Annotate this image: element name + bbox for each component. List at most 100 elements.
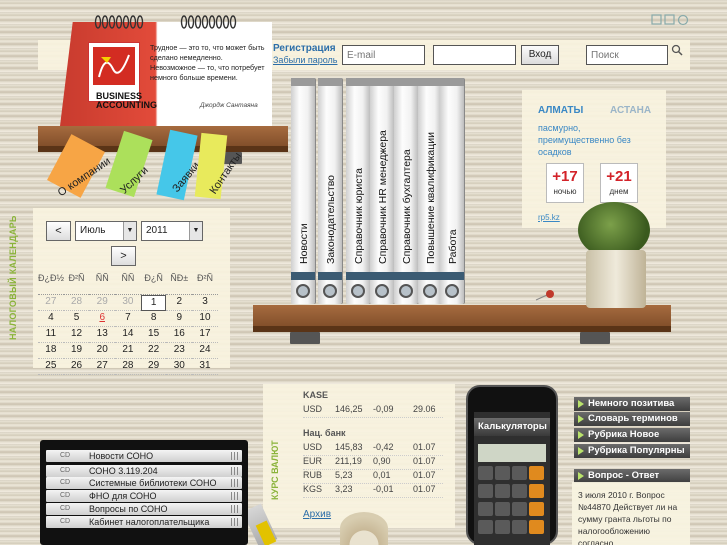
search-input[interactable] — [586, 45, 668, 65]
tax-calendar-title: НАЛОГОВЫЙ КАЛЕНДАРЬ — [8, 215, 18, 340]
calendar-week: 11 12 13 14 15 16 17 — [38, 327, 218, 343]
calendar-day[interactable]: 30 — [115, 295, 141, 311]
email-field[interactable] — [342, 45, 425, 65]
calendar-day[interactable]: 10 — [192, 311, 218, 327]
calendar-day[interactable]: 9 — [166, 311, 193, 327]
binder-label: Повышение квалификации — [425, 132, 437, 264]
day-temp-label: днем — [609, 187, 629, 196]
cd-item-label: Кабинет налогоплательщика — [89, 517, 210, 527]
binder-legislation[interactable]: Законодательство — [318, 78, 342, 304]
caret-down-icon: ▼ — [123, 222, 136, 240]
binder-jobs[interactable]: Работа — [440, 78, 464, 304]
currency-rate: 211,19 — [335, 456, 362, 466]
cd-item[interactable]: CD СОНО 3.119.204 — [46, 465, 242, 477]
calendar-day[interactable]: 29 — [140, 359, 167, 375]
rubric-positive[interactable]: Немного позитива — [574, 397, 690, 411]
calendar-day[interactable]: 17 — [192, 327, 218, 343]
calendar-day[interactable]: 24 — [192, 343, 218, 359]
nav-sticker-contacts[interactable]: Контакты — [194, 132, 244, 200]
binder-news[interactable]: Новости — [291, 78, 315, 304]
binder-hr[interactable]: Справочник HR менеджера — [370, 78, 394, 304]
binder-ring-icon — [445, 284, 459, 298]
calendar-day[interactable]: 8 — [140, 311, 167, 327]
cd-item[interactable]: CD Кабинет налогоплательщика — [46, 516, 242, 528]
calendar-day-today[interactable]: 1 — [140, 295, 167, 311]
calculator-link[interactable]: Калькуляторы — [478, 421, 547, 432]
binder-lawyer[interactable]: Справочник юриста — [346, 78, 370, 304]
grip-icon — [231, 492, 239, 500]
currency-code: KGS — [303, 484, 323, 494]
rubric-qa[interactable]: Вопрос - Ответ — [574, 469, 690, 483]
day-temp-value: +21 — [606, 168, 632, 185]
binder-stripe — [318, 272, 342, 280]
calendar-day[interactable]: 21 — [115, 343, 141, 359]
currency-archive-link[interactable]: Архив — [303, 509, 331, 520]
password-field[interactable] — [433, 45, 516, 65]
calendar-day[interactable]: 31 — [192, 359, 218, 375]
calendar-day[interactable]: 25 — [38, 359, 64, 375]
night-temp-box: +17 ночью — [546, 163, 584, 203]
month-select[interactable]: Июль ▼ — [75, 221, 137, 241]
calendar-day[interactable]: 11 — [38, 327, 64, 343]
calendar-prev-button[interactable]: < — [46, 221, 71, 241]
cd-item[interactable]: CD Новости СОНО — [46, 450, 242, 462]
calendar-next-button[interactable]: > — [111, 246, 136, 266]
cd-item[interactable]: CD ФНО для СОНО — [46, 490, 242, 502]
grip-icon — [231, 518, 239, 526]
weekday-label: Ð¿Ñ — [140, 273, 167, 295]
registration-link[interactable]: Регистрация — [273, 43, 336, 54]
rubric-new[interactable]: Рубрика Новое — [574, 428, 690, 442]
calendar-day[interactable]: 12 — [63, 327, 90, 343]
calendar-day[interactable]: 3 — [192, 295, 218, 311]
calendar-day[interactable]: 26 — [63, 359, 90, 375]
calendar-day[interactable]: 2 — [166, 295, 193, 311]
calendar-day[interactable]: 19 — [63, 343, 90, 359]
calendar-day[interactable]: 4 — [38, 311, 64, 327]
cd-tag: CD — [60, 518, 71, 525]
binder-cap — [418, 78, 442, 86]
calendar-day[interactable]: 22 — [140, 343, 167, 359]
weekday-label: Ð²Ñ — [192, 273, 218, 295]
search-icon[interactable] — [671, 44, 683, 56]
calendar-day[interactable]: 28 — [115, 359, 141, 375]
currency-change: -0,01 — [373, 484, 394, 494]
year-select[interactable]: 2011 ▼ — [141, 221, 203, 241]
calendar-day[interactable]: 18 — [38, 343, 64, 359]
cd-item[interactable]: CD Системные библиотеки СОНО — [46, 477, 242, 489]
currency-date: 01.07 — [413, 470, 436, 480]
rubric-popular[interactable]: Рубрика Популярны — [574, 444, 690, 458]
calendar-day[interactable]: 28 — [63, 295, 90, 311]
calendar-day-holiday[interactable]: 6 — [89, 311, 116, 327]
binder-accountant[interactable]: Справочник бухгалтера — [394, 78, 418, 304]
calendar-day[interactable]: 13 — [89, 327, 116, 343]
weekday-label: ÑÑ — [115, 273, 141, 295]
pin-icon — [535, 290, 554, 301]
binder-stripe — [370, 272, 394, 280]
binder-stripe — [346, 272, 370, 280]
calendar-day[interactable]: 20 — [89, 343, 116, 359]
calendar-day[interactable]: 30 — [166, 359, 193, 375]
qa-teaser-text[interactable]: 3 июля 2010 г. Вопрос №44870 Действует л… — [578, 489, 688, 545]
grip-icon — [231, 505, 239, 513]
calendar-day[interactable]: 5 — [63, 311, 90, 327]
cd-item[interactable]: CD Вопросы по СОНО — [46, 503, 242, 515]
calendar-day[interactable]: 29 — [89, 295, 116, 311]
corner-icons[interactable] — [650, 13, 690, 27]
weather-source-link[interactable]: rp5.kz — [538, 213, 560, 222]
binder-training[interactable]: Повышение квалификации — [418, 78, 442, 304]
city-tab-astana[interactable]: АСТАНА — [610, 105, 651, 116]
currency-title: КУРС ВАЛЮТ — [270, 440, 280, 500]
currency-change: 0,90 — [373, 456, 391, 466]
city-tab-almaty[interactable]: АЛМАТЫ — [538, 105, 583, 116]
calendar-day[interactable]: 16 — [166, 327, 193, 343]
forgot-password-link[interactable]: Забыли пароль — [273, 55, 337, 65]
calendar-day[interactable]: 27 — [89, 359, 116, 375]
rubric-dictionary[interactable]: Словарь терминов — [574, 412, 690, 426]
calendar-day[interactable]: 14 — [115, 327, 141, 343]
calendar-day[interactable]: 7 — [115, 311, 141, 327]
login-button[interactable]: Вход — [521, 45, 559, 65]
calendar-day[interactable]: 15 — [140, 327, 167, 343]
calendar-day[interactable]: 23 — [166, 343, 193, 359]
cactus-pot-image — [586, 250, 646, 308]
calendar-day[interactable]: 27 — [38, 295, 64, 311]
